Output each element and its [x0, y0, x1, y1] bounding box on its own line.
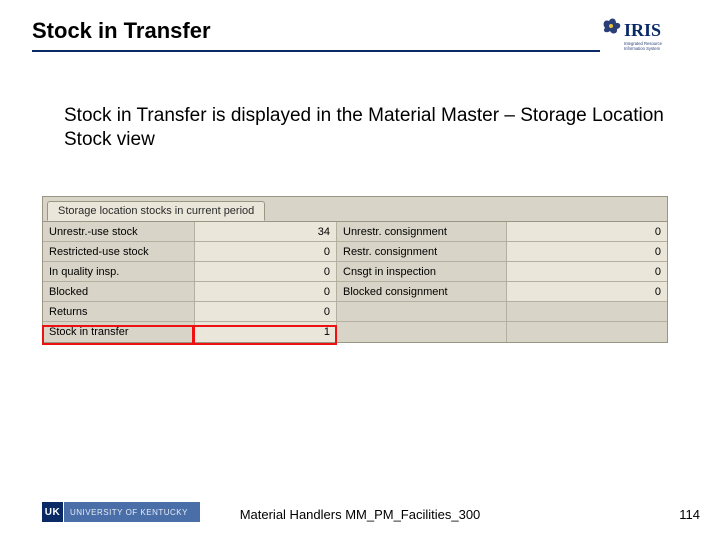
footer-text: Material Handlers MM_PM_Facilities_300: [0, 507, 720, 522]
body-text: Stock in Transfer is displayed in the Ma…: [64, 104, 664, 152]
page-title: Stock in Transfer: [32, 18, 688, 48]
slide-footer: UK UNIVERSITY OF KENTUCKY Material Handl…: [0, 494, 720, 522]
slide: Stock in Transfer IRIS Integrated Resour…: [0, 0, 720, 540]
sap-panel: Storage location stocks in current perio…: [42, 196, 668, 343]
cell-label: Unrestr.-use stock: [43, 222, 195, 241]
cell-label: Restr. consignment: [337, 242, 507, 261]
table-row: Blocked 0 Blocked consignment 0: [43, 282, 667, 302]
cell-value: 0: [507, 242, 667, 261]
cell-value: 0: [507, 282, 667, 301]
cell-label: Stock in transfer: [43, 322, 195, 342]
cell-value: 0: [195, 242, 337, 261]
cell-label: [337, 322, 507, 342]
table-row: Restricted-use stock 0 Restr. consignmen…: [43, 242, 667, 262]
cell-label: Blocked: [43, 282, 195, 301]
svg-text:Information System: Information System: [624, 46, 661, 51]
table-row: In quality insp. 0 Cnsgt in inspection 0: [43, 262, 667, 282]
sap-tab-active[interactable]: Storage location stocks in current perio…: [47, 201, 265, 221]
cell-label: Blocked consignment: [337, 282, 507, 301]
cell-label: Returns: [43, 302, 195, 321]
iris-logo: IRIS Integrated Resource Information Sys…: [598, 14, 686, 56]
cell-value: 0: [195, 282, 337, 301]
cell-label: In quality insp.: [43, 262, 195, 281]
cell-label: Restricted-use stock: [43, 242, 195, 261]
cell-label: [337, 302, 507, 321]
sap-grid: Unrestr.-use stock 34 Unrestr. consignme…: [43, 221, 667, 342]
cell-value: 0: [507, 222, 667, 241]
cell-value: [507, 302, 667, 321]
svg-text:IRIS: IRIS: [624, 20, 661, 40]
cell-label: Unrestr. consignment: [337, 222, 507, 241]
title-underline: [32, 50, 600, 52]
page-number: 114: [679, 507, 700, 522]
cell-value: 0: [507, 262, 667, 281]
cell-value: 1: [195, 322, 337, 342]
sap-tab-row: Storage location stocks in current perio…: [43, 197, 667, 221]
cell-value: 0: [195, 262, 337, 281]
table-row: Unrestr.-use stock 34 Unrestr. consignme…: [43, 222, 667, 242]
slide-header: Stock in Transfer: [32, 18, 688, 52]
cell-label: Cnsgt in inspection: [337, 262, 507, 281]
table-row: Returns 0: [43, 302, 667, 322]
cell-value: 34: [195, 222, 337, 241]
cell-value: [507, 322, 667, 342]
cell-value: 0: [195, 302, 337, 321]
table-row: Stock in transfer 1: [43, 322, 667, 342]
